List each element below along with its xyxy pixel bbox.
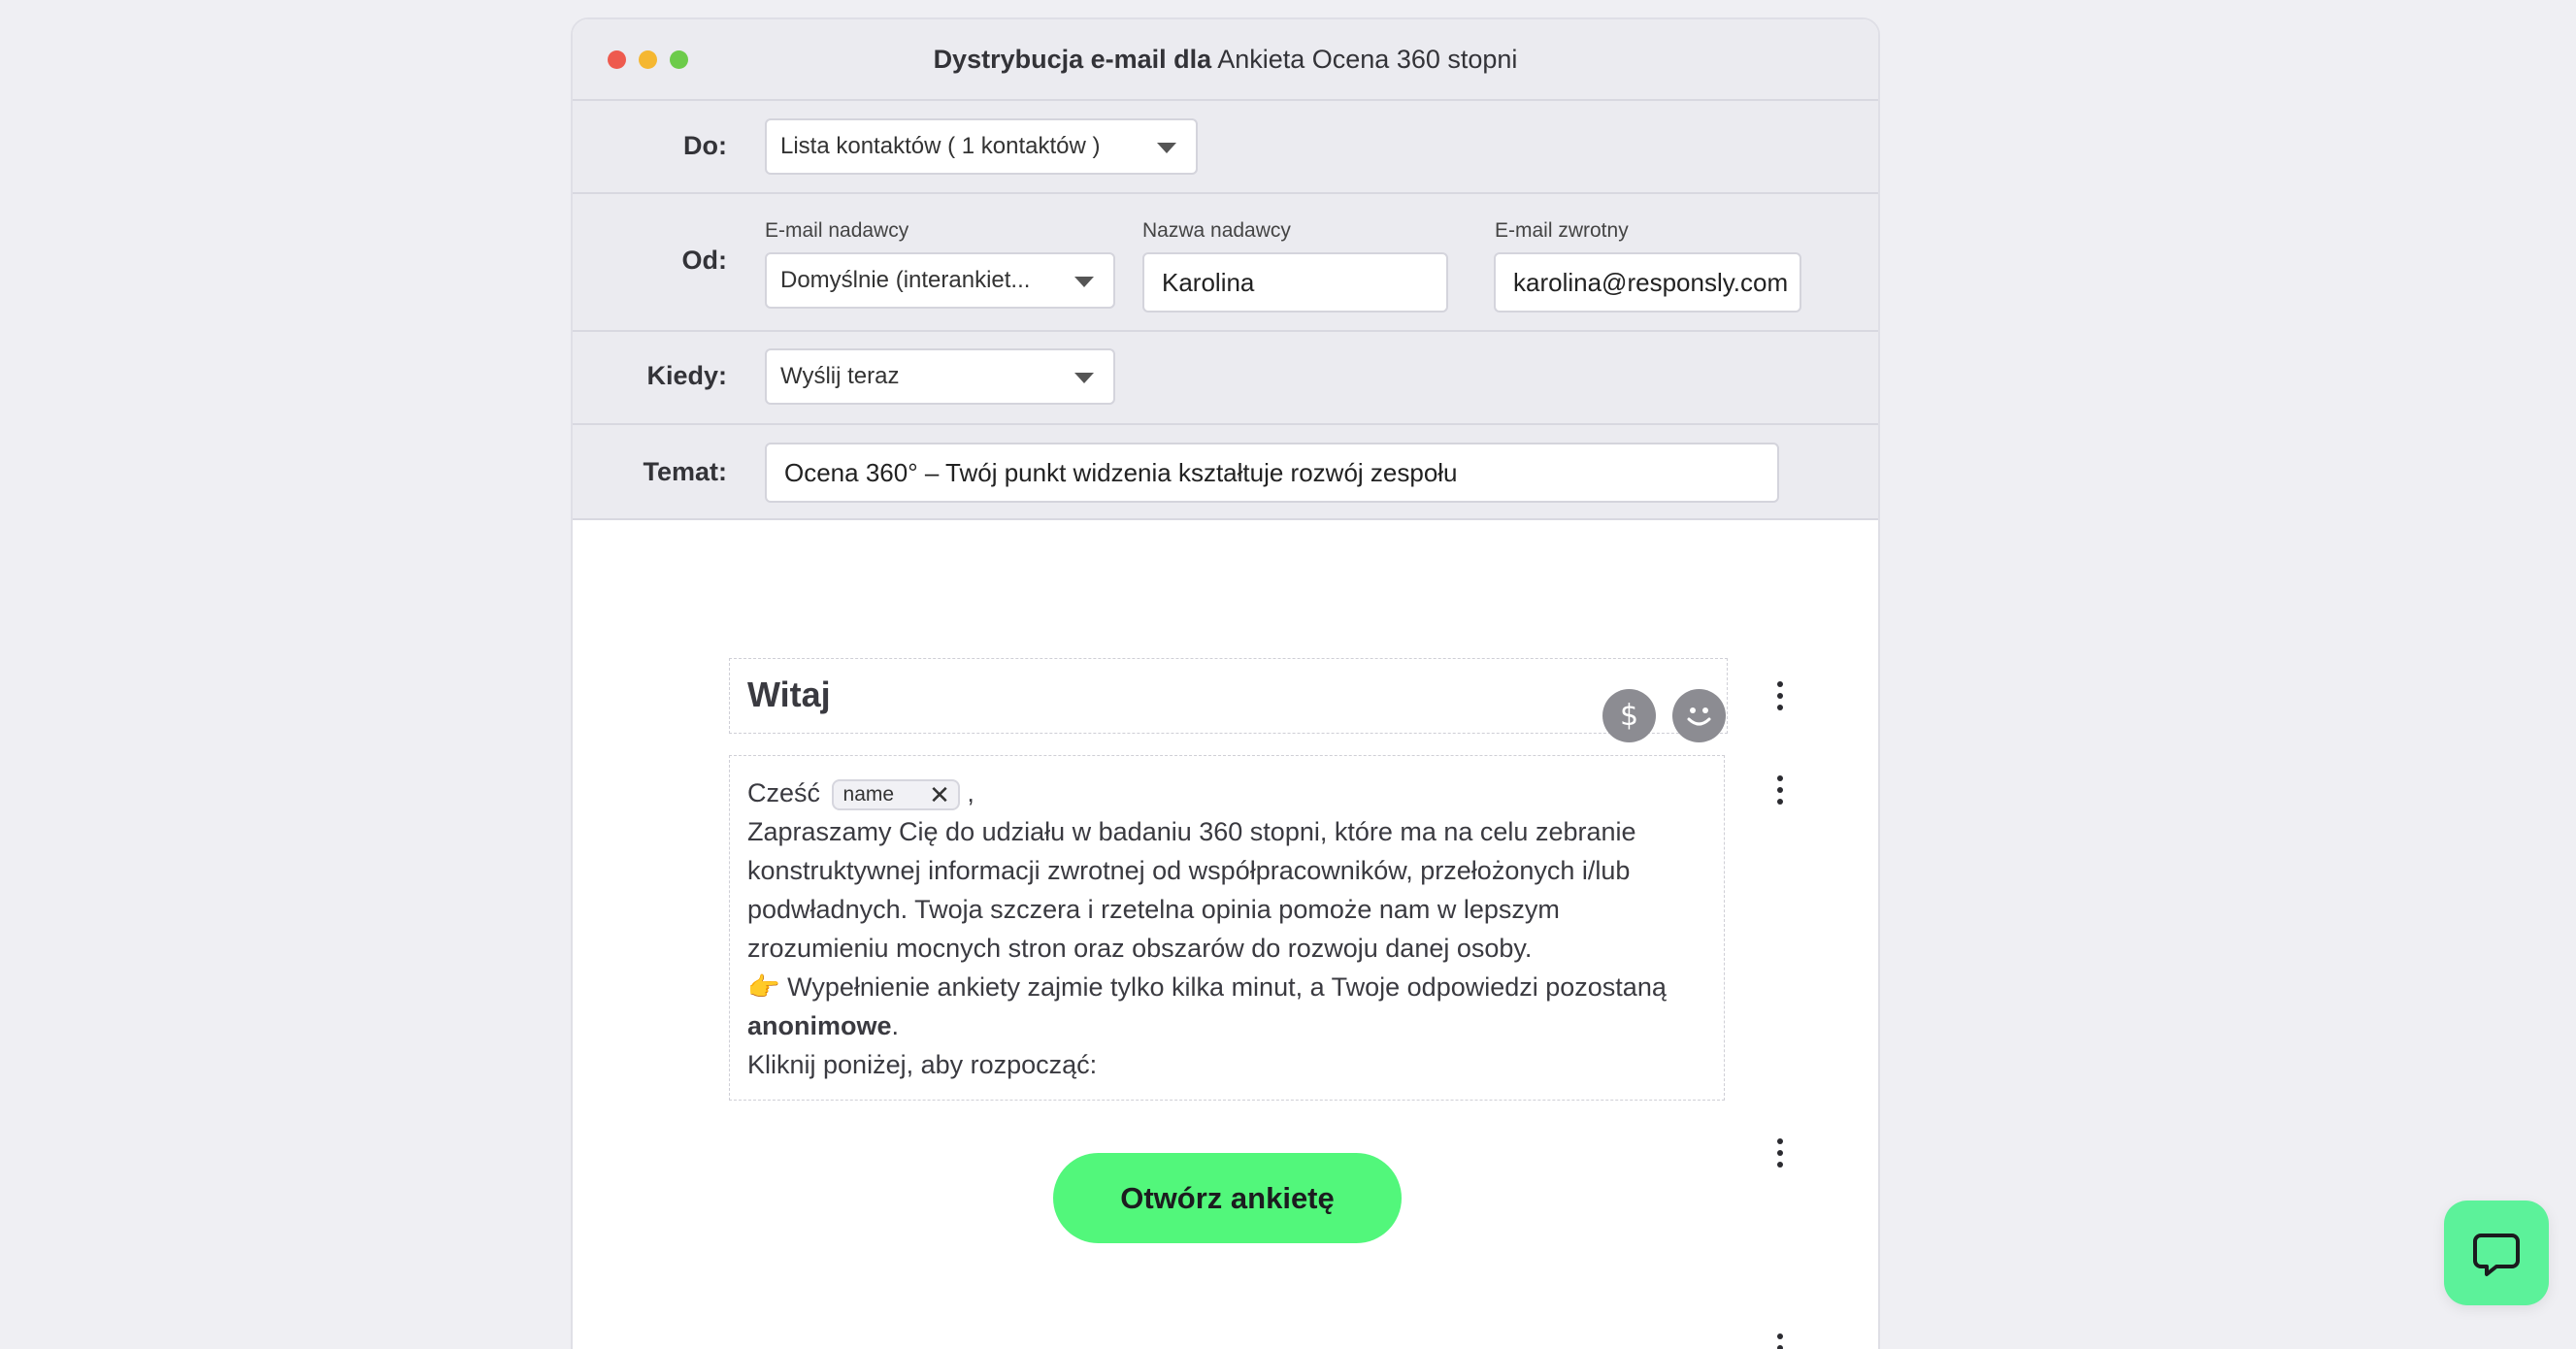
window-titlebar: Dystrybucja e-mail dla Ankieta Ocena 360… [573,19,1878,101]
sender-email-select[interactable]: Domyślnie (interankiet... [765,252,1115,309]
name-merge-tag[interactable]: name ✕ [831,778,960,810]
more-vertical-icon[interactable] [1776,1333,1784,1349]
greeting-end: , [959,778,974,807]
greeting-line: Cześć name ✕ , [747,773,1706,812]
greeting-text: Cześć [747,778,821,807]
recipient-label: Do: [683,131,727,160]
subject-label: Temat: [643,457,727,486]
chevron-down-icon [1157,143,1176,153]
svg-text:$: $ [1620,699,1638,733]
more-vertical-icon[interactable] [1776,1138,1784,1168]
body-paragraph-3: Kliknij poniżej, aby rozpocząć: [747,1050,1098,1079]
sender-email-label: E-mail nadawcy [765,219,909,242]
subject-input[interactable]: Ocena 360° – Twój punkt widzenia kształt… [765,443,1779,503]
recipient-row: Do: Lista kontaktów ( 1 kontaktów ) [573,101,1878,194]
chat-bubble-icon[interactable] [2444,1201,2549,1305]
send-time-value: Wyślij teraz [780,363,900,389]
reply-email-input[interactable]: karolina@responsly.com [1494,252,1801,313]
close-icon[interactable]: ✕ [929,782,950,807]
dollar-icon[interactable]: $ [1602,689,1656,742]
window-title-survey: Ankieta Ocena 360 stopni [1217,44,1518,74]
maximize-window-button[interactable] [670,50,688,69]
recipient-list-value: Lista kontaktów ( 1 kontaktów ) [780,133,1101,159]
subject-row: Temat: Ocena 360° – Twój punkt widzenia … [573,425,1878,520]
minimize-window-button[interactable] [639,50,657,69]
window-title-bold: Dystrybucja e-mail dla [933,44,1212,74]
smiley-icon[interactable] [1672,689,1726,742]
sender-row: Od: E-mail nadawcy Domyślnie (interankie… [573,194,1878,332]
body-paragraph-2: 👉 Wypełnienie ankiety zajmie tylko kilka… [747,968,1706,1045]
merge-tag-label: name [842,782,895,806]
more-vertical-icon[interactable] [1776,775,1784,805]
sender-name-input[interactable]: Karolina [1142,252,1448,313]
sender-email-value: Domyślnie (interankiet... [780,267,1031,293]
body-paragraph-2-text: Wypełnienie ankiety zajmie tylko kilka m… [779,972,1667,1002]
email-editor: Witaj $ Cześć name ✕ , Zapraszamy Cię do… [573,520,1878,1349]
reply-email-label: E-mail zwrotny [1495,219,1629,242]
close-window-button[interactable] [608,50,626,69]
window-title: Dystrybucja e-mail dla Ankieta Ocena 360… [934,45,1518,75]
email-heading-block[interactable]: Witaj [729,658,1728,734]
body-paragraph-2-end: . [891,1011,900,1040]
chevron-down-icon [1074,373,1094,383]
send-time-label: Kiedy: [646,361,727,390]
chevron-down-icon [1074,277,1094,287]
more-vertical-icon[interactable] [1776,681,1784,710]
body-paragraph-1: Zapraszamy Cię do udziału w badaniu 360 … [747,817,1636,963]
open-survey-button[interactable]: Otwórz ankietę [1053,1153,1402,1243]
email-body-block[interactable]: Cześć name ✕ , Zapraszamy Cię do udziału… [729,755,1725,1101]
send-time-select[interactable]: Wyślij teraz [765,348,1115,405]
pointing-hand-icon: 👉 [747,972,780,1002]
sender-name-label: Nazwa nadawcy [1142,219,1291,242]
window-controls [608,50,688,69]
recipient-list-select[interactable]: Lista kontaktów ( 1 kontaktów ) [765,118,1198,175]
sender-label: Od: [681,246,728,275]
email-distribution-window: Dystrybucja e-mail dla Ankieta Ocena 360… [571,17,1880,1349]
send-time-row: Kiedy: Wyślij teraz [573,332,1878,425]
anonymous-bold-text: anonimowe [747,1011,892,1040]
